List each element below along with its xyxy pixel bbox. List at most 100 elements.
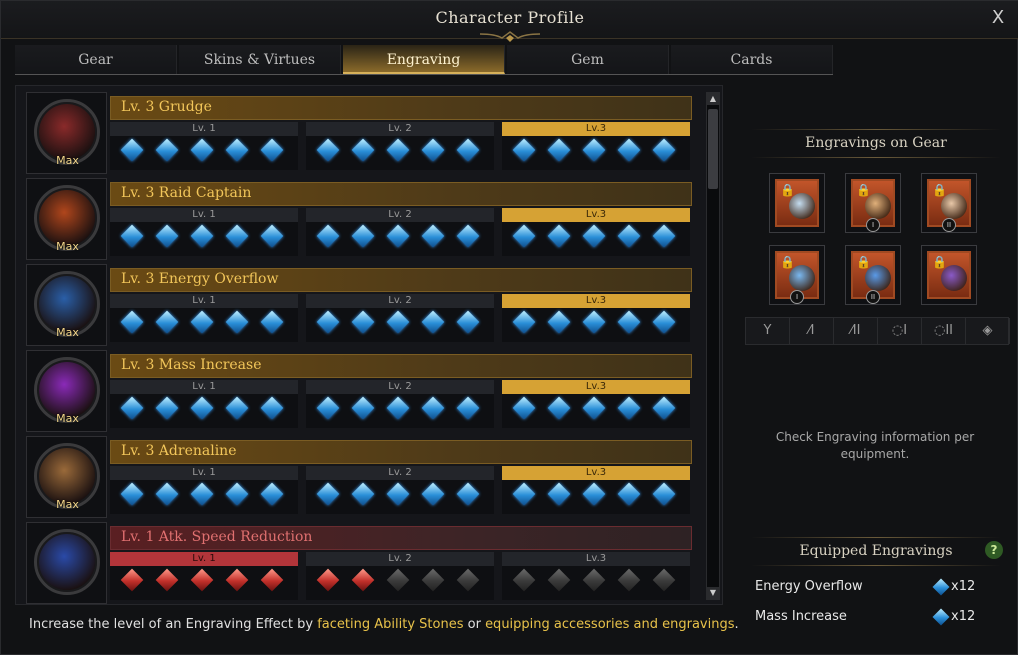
engraving-row[interactable]: Max Lv. 3 Raid Captain Lv. 1 Lv. 2 Lv.3 [26, 178, 692, 260]
level-label: Lv.3 [502, 466, 690, 480]
engraving-node-icon [386, 482, 410, 506]
close-button[interactable]: X [987, 7, 1009, 29]
engraving-node-icon [386, 138, 410, 162]
hint-mid: or [463, 617, 486, 632]
max-label: Max [56, 240, 79, 253]
engraving-node-icon [547, 396, 571, 420]
scroll-thumb[interactable] [708, 109, 718, 189]
engraving-node-icon [652, 138, 676, 162]
engraving-node-icon [225, 310, 249, 334]
level-label: Lv. 1 [110, 466, 298, 480]
max-label: Max [56, 412, 79, 425]
engraving-node-icon [155, 482, 179, 506]
level-segment: Lv.3 [502, 552, 690, 600]
slot-numeral: I [866, 218, 880, 232]
engraving-node-icon [652, 224, 676, 248]
node-group [314, 568, 494, 592]
gear-slot[interactable]: 🔒 II [845, 245, 901, 305]
gear-slot[interactable]: 🔒 II [921, 173, 977, 233]
earring-1-icon[interactable]: ⁄I [790, 318, 834, 344]
gear-slot[interactable]: 🔒 [921, 245, 977, 305]
engraving-node-icon [456, 568, 480, 592]
node-group [510, 568, 690, 592]
engraving-art-icon [39, 448, 95, 504]
tab-bar: Gear Skins & Virtues Engraving Gem Cards [15, 45, 833, 75]
character-profile-window: Character Profile X Gear Skins & Virtues… [0, 0, 1018, 655]
gear-slot[interactable]: 🔒 I [845, 173, 901, 233]
engraving-art-icon [39, 534, 95, 590]
level-label: Lv. 2 [306, 552, 494, 566]
node-group [314, 224, 494, 248]
level-segment: Lv.3 [502, 208, 690, 256]
divider [751, 129, 1001, 130]
engraving-node-icon [617, 138, 641, 162]
slot-frame: 🔒 [927, 251, 971, 299]
tab-skins-virtues[interactable]: Skins & Virtues [179, 45, 341, 74]
engraving-node-icon [190, 224, 214, 248]
scroll-up-icon[interactable]: ▲ [707, 93, 719, 105]
help-icon[interactable]: ? [985, 541, 1003, 559]
engraving-node-icon [582, 568, 606, 592]
node-group [314, 482, 494, 506]
window-title: Character Profile [435, 8, 585, 27]
tab-cards[interactable]: Cards [671, 45, 833, 74]
engraving-node-icon [582, 224, 606, 248]
lock-icon: 🔒 [856, 183, 871, 197]
engraving-name: Lv. 3 Mass Increase [121, 357, 262, 373]
ring-2-icon[interactable]: ◌II [922, 318, 966, 344]
level-segment: Lv. 1 [110, 552, 298, 600]
earring-2-icon[interactable]: ⁄II [834, 318, 878, 344]
tab-gear[interactable]: Gear [15, 45, 177, 74]
engraving-name-bar: Lv. 3 Adrenaline [110, 440, 692, 464]
engraving-node-icon [421, 568, 445, 592]
tab-gem[interactable]: Gem [507, 45, 669, 74]
engraving-node-icon [456, 482, 480, 506]
engraving-node-icon [190, 138, 214, 162]
ring-1-icon[interactable]: ◌I [878, 318, 922, 344]
lock-icon: 🔒 [932, 255, 947, 269]
engraving-row[interactable]: Lv. 1 Atk. Speed Reduction Lv. 1 Lv. 2 L… [26, 522, 692, 604]
gear-slot[interactable]: 🔒 [769, 173, 825, 233]
necklace-icon[interactable]: Ү [746, 318, 790, 344]
gear-engravings-title: Engravings on Gear [805, 135, 947, 151]
engraving-node-icon [190, 482, 214, 506]
node-group [118, 396, 298, 420]
side-panel: Engravings on Gear 🔒 🔒 I 🔒 II 🔒 I 🔒 II 🔒… [743, 85, 1011, 626]
equipped-engraving-name: Energy Overflow [755, 579, 863, 594]
engraving-node-icon [225, 138, 249, 162]
stone-icon[interactable]: ◈ [966, 318, 1010, 344]
node-group [510, 482, 690, 506]
engraving-node-icon [582, 482, 606, 506]
engraving-gem-icon [932, 578, 950, 596]
scrollbar[interactable]: ▲ ▼ [706, 92, 720, 600]
level-label: Lv.3 [502, 294, 690, 308]
level-track: Lv. 1 Lv. 2 Lv.3 [110, 294, 692, 342]
engraving-row[interactable]: Max Lv. 3 Grudge Lv. 1 Lv. 2 Lv.3 [26, 92, 692, 174]
node-group [118, 568, 298, 592]
scroll-down-icon[interactable]: ▼ [707, 587, 719, 599]
engraving-node-icon [582, 138, 606, 162]
level-label: Lv. 1 [110, 552, 298, 566]
level-label: Lv. 2 [306, 294, 494, 308]
engraving-node-icon [421, 310, 445, 334]
level-segment: Lv. 2 [306, 122, 494, 170]
title-bar: Character Profile X [1, 1, 1018, 42]
equipped-engravings-title: Equipped Engravings [799, 543, 953, 559]
gear-slot[interactable]: 🔒 I [769, 245, 825, 305]
engraving-node-icon [652, 568, 676, 592]
engraving-node-icon [120, 138, 144, 162]
level-label: Lv. 2 [306, 466, 494, 480]
engraving-row[interactable]: Max Lv. 3 Mass Increase Lv. 1 Lv. 2 Lv.3 [26, 350, 692, 432]
engraving-node-icon [582, 310, 606, 334]
engraving-row[interactable]: Max Lv. 3 Adrenaline Lv. 1 Lv. 2 Lv.3 [26, 436, 692, 518]
engraving-name-bar: Lv. 1 Atk. Speed Reduction [110, 526, 692, 550]
level-segment: Lv.3 [502, 122, 690, 170]
engraving-row[interactable]: Max Lv. 3 Energy Overflow Lv. 1 Lv. 2 Lv… [26, 264, 692, 346]
engraving-name: Lv. 3 Grudge [121, 99, 212, 115]
hint-prefix: Increase the level of an Engraving Effec… [29, 617, 318, 632]
level-label: Lv. 1 [110, 208, 298, 222]
equipped-engraving-count: x12 [951, 579, 976, 594]
tab-engraving[interactable]: Engraving [343, 45, 505, 74]
engraving-name-bar: Lv. 3 Grudge [110, 96, 692, 120]
engraving-name: Lv. 1 Atk. Speed Reduction [121, 529, 313, 545]
